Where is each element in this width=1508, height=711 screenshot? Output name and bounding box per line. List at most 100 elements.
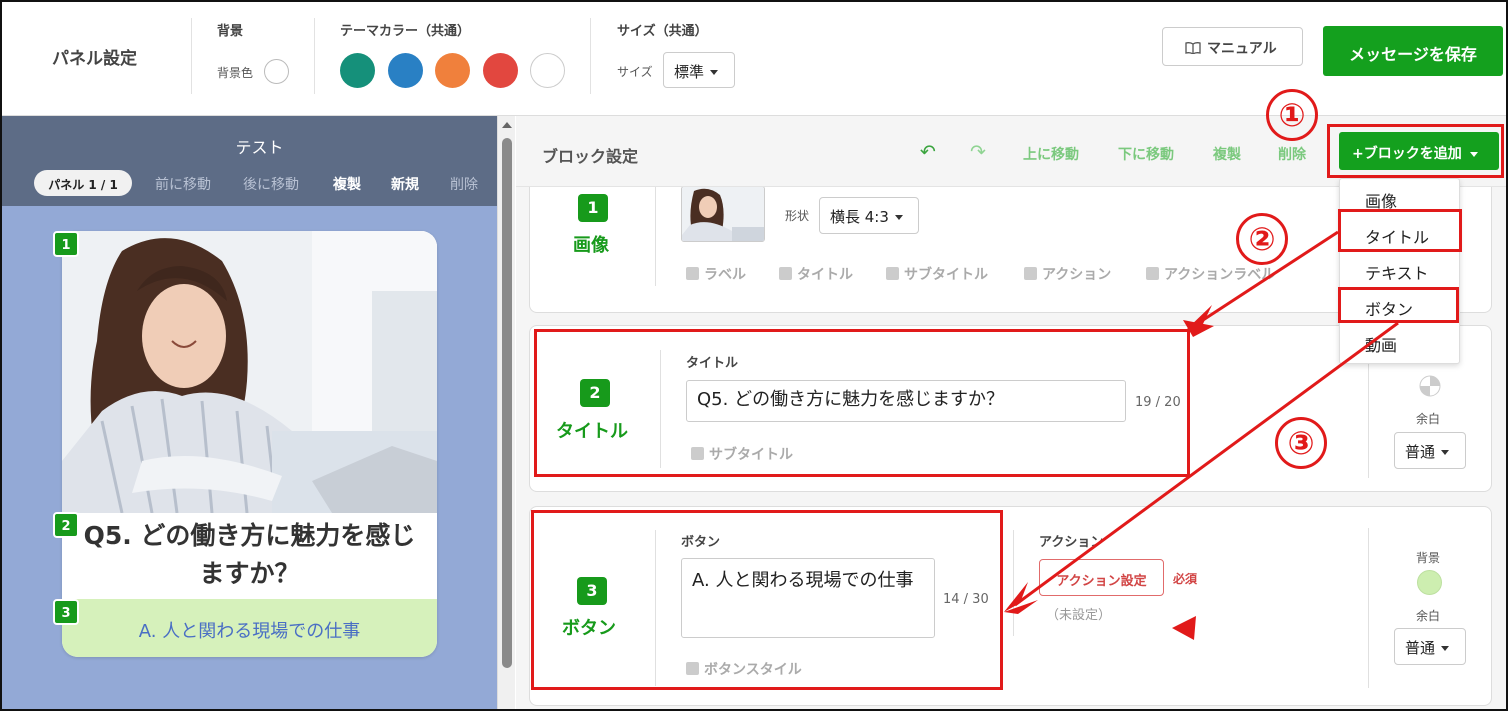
- panel-indicator[interactable]: パネル 1 / 1: [34, 170, 132, 196]
- margin-select[interactable]: 普通: [1394, 432, 1466, 469]
- divider: [191, 18, 192, 94]
- option-subtitle-checkbox[interactable]: サブタイトル: [886, 264, 988, 284]
- preview-scrollbar[interactable]: [497, 116, 515, 709]
- option-title-checkbox[interactable]: タイトル: [779, 264, 853, 284]
- menu-item-image[interactable]: 画像: [1340, 180, 1461, 216]
- theme-color-red[interactable]: [483, 53, 518, 88]
- manual-label: マニュアル: [1207, 41, 1277, 57]
- duplicate-block-button[interactable]: 複製: [1213, 144, 1241, 164]
- shape-select[interactable]: 横長 4:3: [819, 197, 919, 234]
- background-label: 背景: [1416, 551, 1441, 565]
- theme-color-label: テーマカラー（共通）: [340, 24, 471, 39]
- block-settings-header: ブロック設定 ↶ ↷ 上に移動 下に移動 複製 削除 +ブロックを追加: [516, 116, 1508, 187]
- scroll-up-icon[interactable]: [502, 122, 512, 128]
- delete-panel-button[interactable]: 削除: [450, 174, 478, 194]
- move-up-button[interactable]: 上に移動: [1023, 144, 1079, 164]
- card-title: Q5. どの働き方に魅力を感じますか？: [83, 521, 416, 588]
- theme-color-orange[interactable]: [435, 53, 470, 88]
- move-prev-button[interactable]: 前に移動: [155, 174, 211, 194]
- chevron-down-icon: [894, 215, 903, 220]
- card-answer-button[interactable]: A. 人と関わる現場での仕事: [62, 599, 437, 657]
- title-field-label: タイトル: [686, 356, 739, 371]
- undo-icon[interactable]: ↶: [920, 141, 936, 163]
- image-thumbnail[interactable]: [681, 186, 765, 242]
- background-color-picker[interactable]: [264, 59, 289, 84]
- block-settings-title: ブロック設定: [542, 147, 639, 166]
- move-next-button[interactable]: 後に移動: [243, 174, 299, 194]
- option-action-checkbox[interactable]: アクション: [1024, 264, 1111, 284]
- block-number: 1: [578, 194, 608, 222]
- add-block-label: +ブロックを追加: [1352, 146, 1462, 162]
- option-subtitle-checkbox[interactable]: サブタイトル: [691, 444, 793, 464]
- action-settings-button[interactable]: アクション設定: [1039, 559, 1164, 596]
- woman-photo: [62, 231, 437, 513]
- duplicate-panel-button[interactable]: 複製: [333, 174, 361, 194]
- size-label: サイズ: [617, 65, 653, 79]
- button-text-input[interactable]: A. 人と関わる現場での仕事: [681, 558, 935, 638]
- background-color-label: 背景色: [217, 66, 254, 80]
- step-1-marker: ①: [1266, 89, 1318, 141]
- divider: [655, 186, 656, 286]
- new-panel-button[interactable]: 新規: [391, 174, 419, 194]
- add-block-menu: 画像 タイトル テキスト ボタン 動画: [1339, 178, 1460, 364]
- chevron-down-icon: [1441, 646, 1450, 651]
- theme-color-white[interactable]: [530, 53, 565, 88]
- action-unset-text: （未設定）: [1046, 608, 1112, 623]
- menu-item-text[interactable]: テキスト: [1340, 252, 1461, 288]
- book-icon: [1185, 42, 1201, 54]
- divider: [590, 18, 591, 94]
- theme-color-blue[interactable]: [388, 53, 423, 88]
- margin-label: 余白: [1416, 412, 1441, 426]
- size-value: 標準: [674, 63, 705, 81]
- badge-button: 3: [53, 599, 79, 625]
- redo-icon[interactable]: ↷: [970, 141, 986, 163]
- divider: [660, 350, 661, 468]
- margin-value: 普通: [1405, 639, 1436, 657]
- transparent-color-icon[interactable]: [1418, 374, 1442, 398]
- scroll-thumb[interactable]: [502, 138, 512, 668]
- move-down-button[interactable]: 下に移動: [1118, 144, 1174, 164]
- margin-label: 余白: [1416, 609, 1441, 623]
- menu-item-title[interactable]: タイトル: [1340, 216, 1461, 252]
- title-char-counter: 19 / 20: [1135, 395, 1181, 410]
- preview-header: テスト パネル 1 / 1 前に移動 後に移動 複製 新規 削除: [2, 116, 497, 206]
- required-badge: 必須: [1173, 572, 1198, 586]
- badge-image: 1: [53, 231, 79, 257]
- delete-block-button[interactable]: 削除: [1278, 144, 1306, 164]
- thumbnail-illustration: [682, 187, 764, 241]
- option-label-checkbox[interactable]: ラベル: [686, 264, 746, 284]
- panel-settings-title: パネル設定: [52, 49, 137, 69]
- chevron-down-icon: [710, 70, 719, 75]
- button-char-counter: 14 / 30: [943, 592, 989, 607]
- shape-value: 横長 4:3: [830, 208, 889, 226]
- action-field-label: アクション: [1039, 535, 1104, 550]
- save-message-button[interactable]: メッセージを保存: [1323, 26, 1503, 76]
- add-block-button[interactable]: +ブロックを追加: [1339, 132, 1499, 170]
- chevron-down-icon: [1469, 151, 1478, 157]
- preview-card: Q5. どの働き方に魅力を感じますか？ A. 人と関わる現場での仕事: [62, 231, 437, 657]
- margin-select[interactable]: 普通: [1394, 628, 1466, 665]
- block-button: [529, 506, 1492, 706]
- step-3-marker: ③: [1275, 417, 1327, 469]
- option-button-style-checkbox[interactable]: ボタンスタイル: [686, 659, 802, 679]
- block-type-label: 画像: [573, 235, 609, 256]
- menu-item-button[interactable]: ボタン: [1340, 288, 1461, 324]
- divider: [1368, 528, 1369, 688]
- divider: [1013, 530, 1014, 636]
- divider: [314, 18, 315, 94]
- margin-value: 普通: [1405, 443, 1436, 461]
- button-background-color-picker[interactable]: [1417, 570, 1442, 595]
- woman-illustration: [62, 231, 437, 513]
- button-field-label: ボタン: [681, 535, 721, 550]
- theme-color-green[interactable]: [340, 53, 375, 88]
- block-number: 2: [580, 379, 610, 407]
- block-type-label: タイトル: [556, 421, 628, 442]
- option-action-label-checkbox[interactable]: アクションラベル: [1146, 264, 1275, 284]
- badge-title: 2: [53, 512, 79, 538]
- title-input[interactable]: Q5. どの働き方に魅力を感じますか？: [686, 380, 1126, 422]
- menu-item-video[interactable]: 動画: [1340, 324, 1461, 360]
- divider: [655, 530, 656, 686]
- manual-button[interactable]: マニュアル: [1162, 27, 1303, 66]
- size-select[interactable]: 標準: [663, 52, 735, 88]
- block-number: 3: [577, 577, 607, 605]
